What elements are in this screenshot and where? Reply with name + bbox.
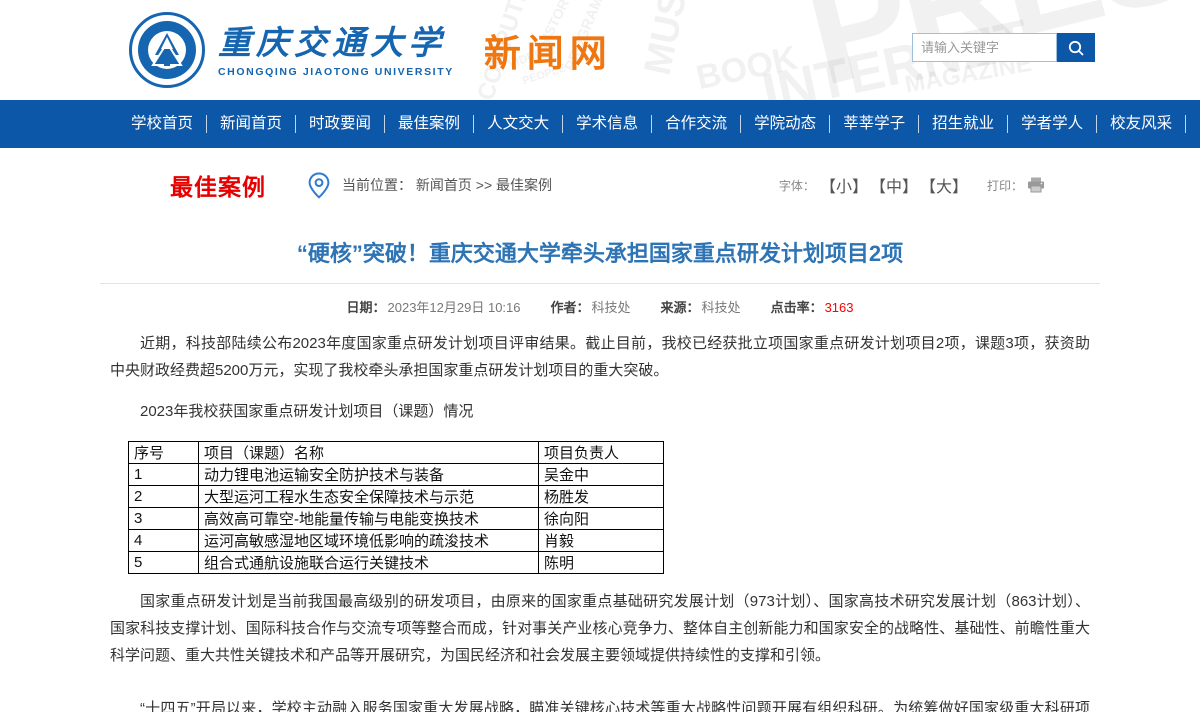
nav-item-11[interactable]: 校友风采 <box>1097 115 1186 133</box>
nav-item-7[interactable]: 学院动态 <box>741 115 830 133</box>
nav-item-1[interactable]: 新闻首页 <box>207 115 296 133</box>
font-size-button-0[interactable]: 【小】 <box>820 179 868 196</box>
breadcrumb: 当前位置： 新闻首页 >> 最佳案例 <box>342 175 552 195</box>
table-cell: 1 <box>129 464 199 486</box>
font-size-button-2[interactable]: 【大】 <box>928 179 968 196</box>
author-label: 作者： <box>551 300 590 315</box>
nav-item-6[interactable]: 合作交流 <box>652 115 741 133</box>
table-row: 5组合式通航设施联合运行关键技术陈明 <box>129 552 664 574</box>
section-title: 最佳案例 <box>170 168 266 202</box>
clicks-value: 3163 <box>825 300 854 315</box>
article-meta: 日期：2023年12月29日 10:16 作者：科技处 来源：科技处 点击率：3… <box>100 297 1100 316</box>
table-cell: 陈明 <box>539 552 664 574</box>
table-cell: 高效高可靠空-地能量传输与电能变换技术 <box>199 508 539 530</box>
title-divider <box>100 283 1100 284</box>
table-row: 4运河高敏感湿地区域环境低影响的疏浚技术肖毅 <box>129 530 664 552</box>
font-size-button-1[interactable]: 【中】 <box>878 179 918 196</box>
table-cell: 徐向阳 <box>539 508 664 530</box>
table-header-cell: 序号 <box>129 442 199 464</box>
print-label: 打印： <box>987 177 1023 194</box>
nav-item-4[interactable]: 人文交大 <box>474 115 563 133</box>
paragraph: 2023年我校获国家重点研发计划项目（课题）情况 <box>110 398 1090 425</box>
article-title: “硬核”突破！重庆交通大学牵头承担国家重点研发计划项目2项 <box>100 236 1100 268</box>
meta-clicks: 点击率：3163 <box>771 297 854 316</box>
nav-item-12[interactable]: 媒体交大 <box>1186 115 1200 133</box>
meta-author: 作者：科技处 <box>551 297 631 316</box>
search-input[interactable] <box>912 33 1057 62</box>
table-header-cell: 项目负责人 <box>539 442 664 464</box>
nav-item-3[interactable]: 最佳案例 <box>385 115 474 133</box>
article: “硬核”突破！重庆交通大学牵头承担国家重点研发计划项目2项 日期：2023年12… <box>100 236 1100 712</box>
author-value: 科技处 <box>592 300 631 315</box>
table-cell: 运河高敏感湿地区域环境低影响的疏浚技术 <box>199 530 539 552</box>
watermark-word: BOOK <box>693 39 801 98</box>
table-cell: 动力锂电池运输安全防护技术与装备 <box>199 464 539 486</box>
table-cell: 4 <box>129 530 199 552</box>
meta-source: 来源：科技处 <box>661 297 741 316</box>
paragraph: “十四五”开局以来，学校主动融入服务国家重大发展战略，瞄准关键核心技术等重大战略… <box>110 695 1090 712</box>
university-name: 重庆交通大学 <box>218 22 454 65</box>
university-names: 重庆交通大学 CHONGQING JIAOTONG UNIVERSITY <box>218 22 454 79</box>
table-cell: 肖毅 <box>539 530 664 552</box>
paragraphs-before-table: 近期，科技部陆续公布2023年度国家重点研发计划项目评审结果。截止目前，我校已经… <box>110 330 1090 425</box>
projects-table: 序号项目（课题）名称项目负责人 1动力锂电池运输安全防护技术与装备吴金中2大型运… <box>128 441 664 574</box>
clicks-label: 点击率： <box>771 300 823 315</box>
page-tools: 字体： 【小】【中】【大】 打印： <box>779 173 1045 197</box>
table-cell: 2 <box>129 486 199 508</box>
paragraphs-after-table: 国家重点研发计划是当前我国最高级别的研发项目，由原来的国家重点基础研究发展计划（… <box>110 588 1090 712</box>
breadcrumb-row: 最佳案例 当前位置： 新闻首页 >> 最佳案例 字体： 【小】【中】【大】 打印… <box>100 156 1100 214</box>
site-header: PRESSCOMPUTERMUSICBOOKINTERNETHISTORYPRO… <box>0 0 1200 100</box>
location-pin-icon <box>308 172 330 199</box>
main-nav: 学校首页新闻首页时政要闻最佳案例人文交大学术信息合作交流学院动态莘莘学子招生就业… <box>0 100 1200 148</box>
article-body: 近期，科技部陆续公布2023年度国家重点研发计划项目评审结果。截止目前，我校已经… <box>100 330 1100 712</box>
table-row: 3高效高可靠空-地能量传输与电能变换技术徐向阳 <box>129 508 664 530</box>
paragraph: 近期，科技部陆续公布2023年度国家重点研发计划项目评审结果。截止目前，我校已经… <box>110 330 1090 384</box>
source-value: 科技处 <box>702 300 741 315</box>
table-cell: 3 <box>129 508 199 530</box>
date-label: 日期： <box>347 300 386 315</box>
nav-item-2[interactable]: 时政要闻 <box>296 115 385 133</box>
meta-date: 日期：2023年12月29日 10:16 <box>347 297 521 316</box>
paragraph: 国家重点研发计划是当前我国最高级别的研发项目，由原来的国家重点基础研究发展计划（… <box>110 588 1090 669</box>
font-size-label: 字体： <box>779 177 815 194</box>
nav-item-10[interactable]: 学者学人 <box>1008 115 1097 133</box>
table-cell: 吴金中 <box>539 464 664 486</box>
date-value: 2023年12月29日 10:16 <box>388 300 521 315</box>
table-row: 2大型运河工程水生态安全保障技术与示范杨胜发 <box>129 486 664 508</box>
search-icon <box>1067 39 1085 57</box>
table-row: 1动力锂电池运输安全防护技术与装备吴金中 <box>129 464 664 486</box>
page: PRESSCOMPUTERMUSICBOOKINTERNETHISTORYPRO… <box>0 0 1200 712</box>
nav-item-9[interactable]: 招生就业 <box>919 115 1008 133</box>
breadcrumb-path[interactable]: 新闻首页 >> 最佳案例 <box>416 177 552 193</box>
table-cell: 5 <box>129 552 199 574</box>
watermark-word: MUSIC <box>637 0 705 79</box>
site-name: 新闻网 <box>484 23 613 77</box>
table-cell: 大型运河工程水生态安全保障技术与示范 <box>199 486 539 508</box>
table-cell: 杨胜发 <box>539 486 664 508</box>
search-button[interactable] <box>1057 33 1095 62</box>
nav-item-5[interactable]: 学术信息 <box>563 115 652 133</box>
university-name-en: CHONGQING JIAOTONG UNIVERSITY <box>218 66 454 78</box>
location-label: 当前位置： <box>342 177 412 193</box>
nav-item-0[interactable]: 学校首页 <box>118 115 207 133</box>
table-header-cell: 项目（课题）名称 <box>199 442 539 464</box>
university-seal-logo <box>128 11 206 89</box>
table-cell: 组合式通航设施联合运行关键技术 <box>199 552 539 574</box>
table-header-row: 序号项目（课题）名称项目负责人 <box>129 442 664 464</box>
source-label: 来源： <box>661 300 700 315</box>
search-box <box>912 33 1095 62</box>
brand[interactable]: 重庆交通大学 CHONGQING JIAOTONG UNIVERSITY 新闻网 <box>128 11 613 89</box>
font-size-buttons: 【小】【中】【大】 <box>815 173 973 197</box>
print-icon[interactable] <box>1027 177 1045 193</box>
nav-item-8[interactable]: 莘莘学子 <box>830 115 919 133</box>
